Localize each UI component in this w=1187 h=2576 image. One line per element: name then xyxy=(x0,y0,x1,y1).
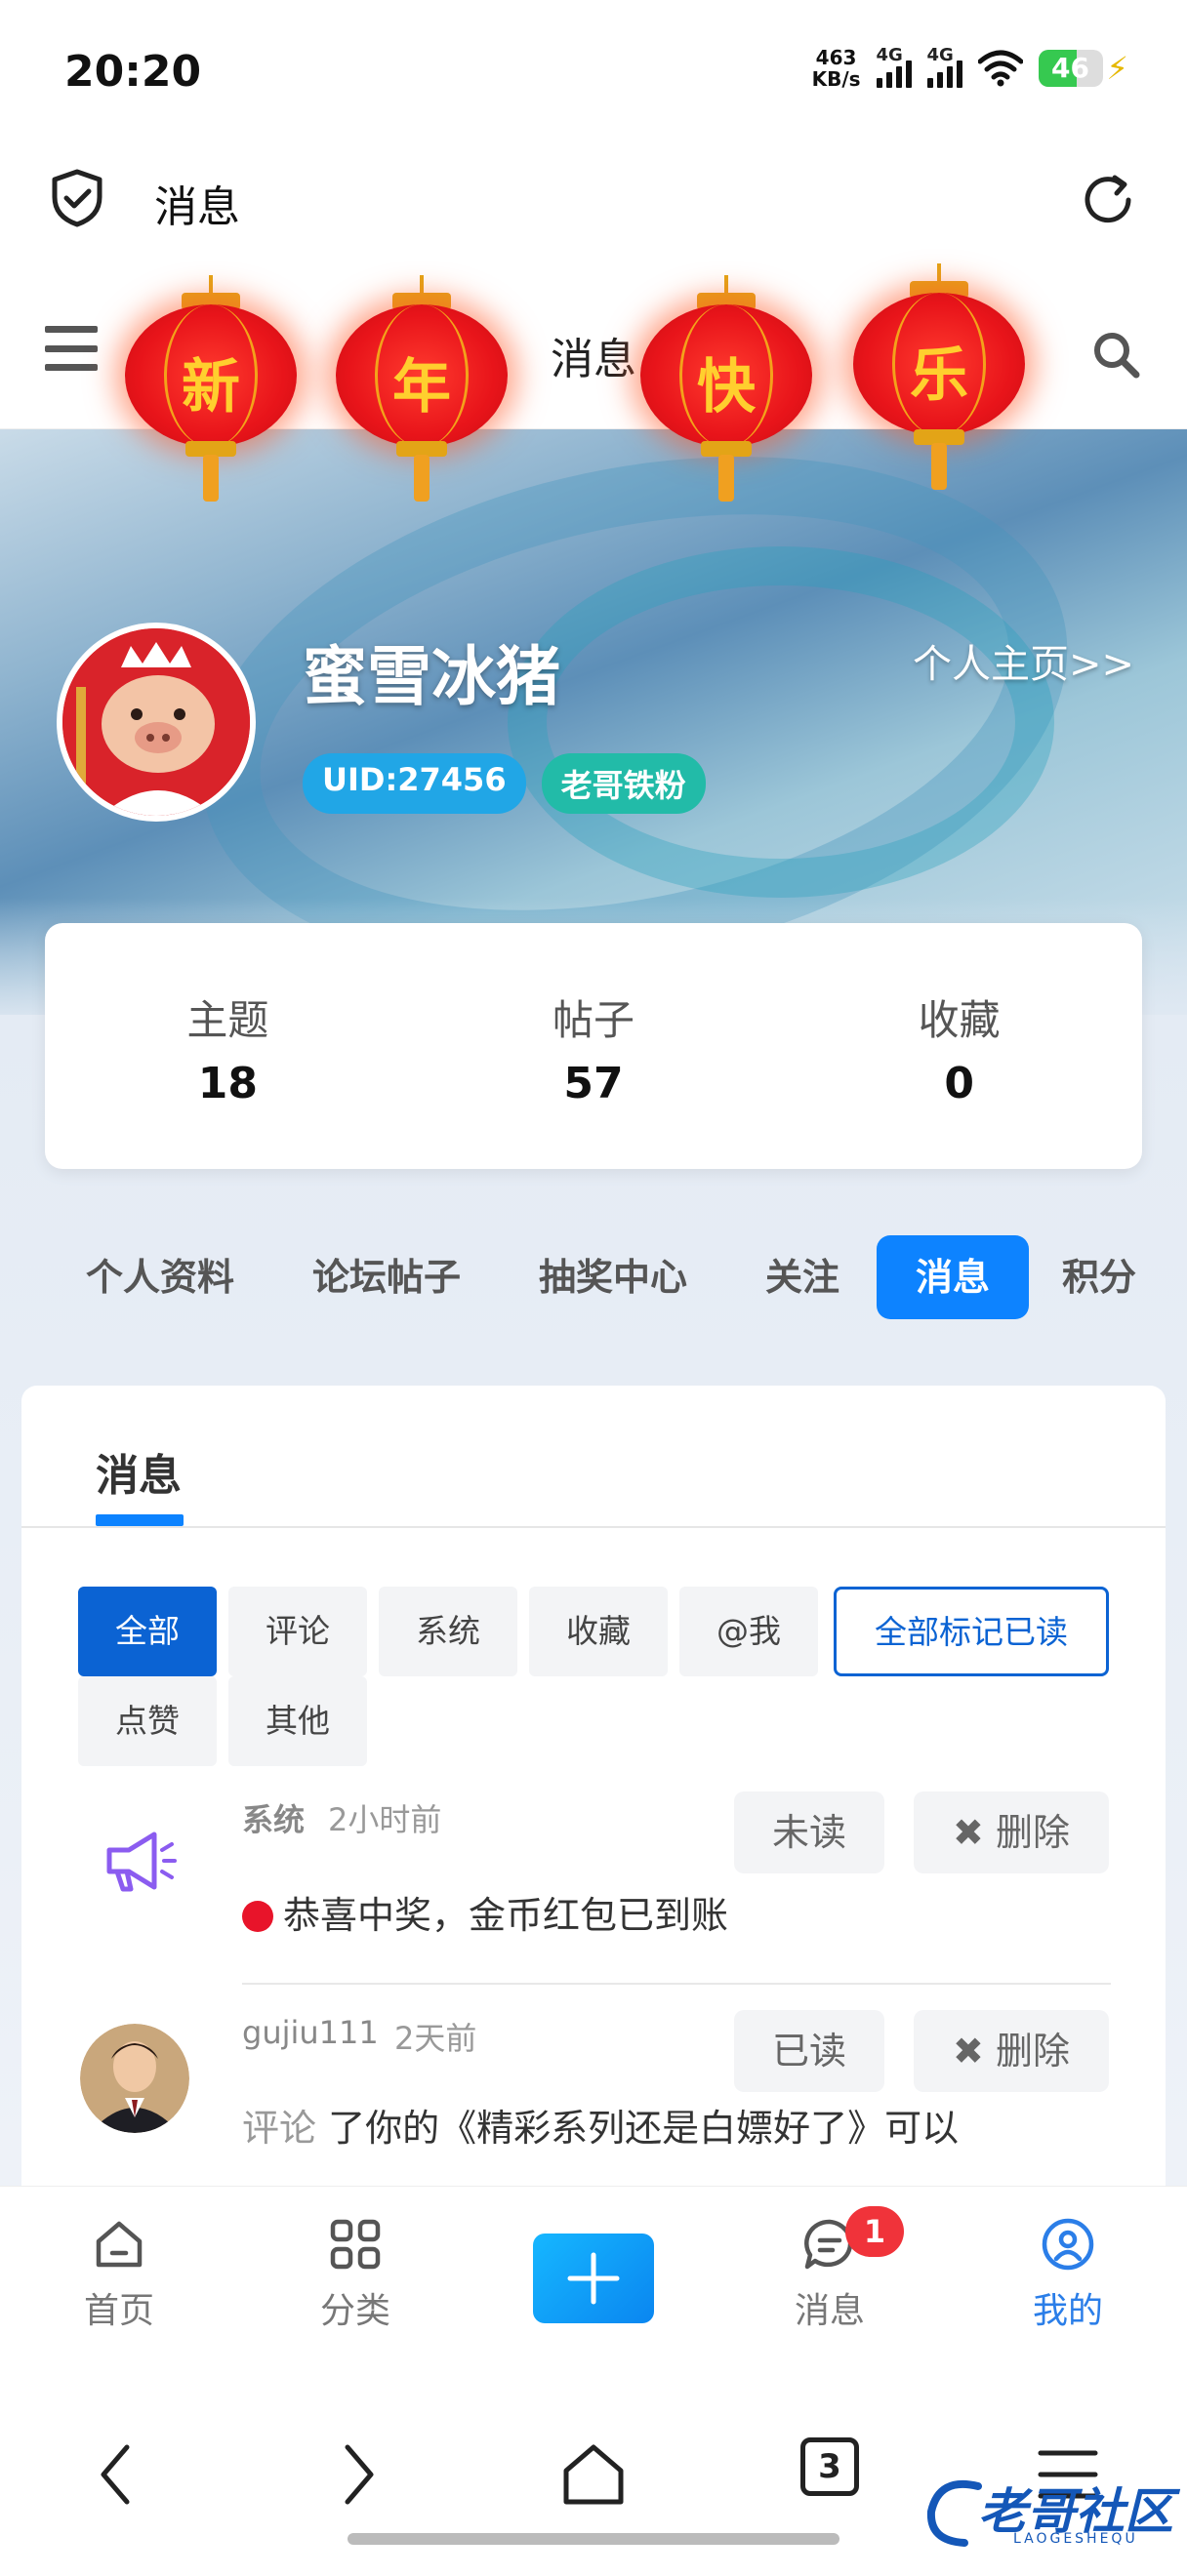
read-button[interactable]: 已读 xyxy=(734,2010,884,2092)
filter-mentions[interactable]: @我 xyxy=(679,1587,818,1676)
red-dot-icon xyxy=(242,1901,273,1932)
home-page-icon[interactable] xyxy=(554,2435,633,2514)
lantern-decoration: 新 xyxy=(125,275,297,505)
network-speed: 463 KB/s xyxy=(811,46,861,91)
nav-me[interactable]: 我的 xyxy=(990,2214,1146,2333)
wifi-icon xyxy=(977,50,1023,87)
message-time: 2小时前 xyxy=(328,1801,442,1838)
message-text: 评论 了你的《精彩系列还是白嫖好了》可以 xyxy=(242,2107,960,2150)
filter-other[interactable]: 其他 xyxy=(228,1676,367,1766)
menu-icon[interactable] xyxy=(45,326,98,371)
battery-icon: 46 ⚡ xyxy=(1038,50,1128,87)
user-avatar xyxy=(80,2024,189,2133)
messages-panel-title: 消息 xyxy=(96,1451,182,1501)
username: 蜜雪冰猪 xyxy=(303,639,560,714)
home-icon xyxy=(96,2221,143,2268)
filter-favorites[interactable]: 收藏 xyxy=(529,1587,668,1676)
back-icon[interactable] xyxy=(78,2435,156,2514)
filter-comments[interactable]: 评论 xyxy=(228,1587,367,1676)
tab-messages[interactable]: 消息 xyxy=(877,1235,1029,1319)
lantern-decoration: 年 xyxy=(336,275,508,505)
forward-icon[interactable] xyxy=(318,2435,396,2514)
unread-button[interactable]: 未读 xyxy=(734,1791,884,1873)
filter-system[interactable]: 系统 xyxy=(379,1587,517,1676)
search-icon[interactable] xyxy=(1089,328,1144,382)
tabs-count-button[interactable]: 3 xyxy=(800,2437,859,2496)
active-tab-indicator xyxy=(96,1514,184,1526)
fan-badge: 老哥铁粉 xyxy=(541,753,706,814)
profile-badges: UID:27456 老哥铁粉 xyxy=(303,753,706,814)
bottom-nav: 首页 分类 消息 1 我的 xyxy=(0,2186,1187,2348)
status-bar: 20:20 463 KB/s 4G 4G 46 ⚡ xyxy=(0,0,1187,146)
add-post-button[interactable] xyxy=(533,2234,654,2323)
signal-icon-2: 4G xyxy=(926,45,962,88)
watermark-logo: 老哥社区 LAOGESHEQU xyxy=(920,2467,1173,2556)
delete-button[interactable]: ✖ 删除 xyxy=(914,2010,1109,2092)
mark-all-read-button[interactable]: 全部标记已读 xyxy=(834,1587,1109,1676)
status-time: 20:20 xyxy=(64,47,202,97)
uid-badge: UID:27456 xyxy=(303,753,526,814)
page-title: 消息 xyxy=(154,182,240,232)
nav-categories[interactable]: 分类 xyxy=(277,2214,433,2333)
stats-card: 主题 18 帖子 57 收藏 0 xyxy=(45,923,1142,1169)
stat-favorites[interactable]: 收藏 0 xyxy=(776,923,1142,1169)
homepage-link[interactable]: 个人主页>> xyxy=(913,632,1134,689)
tab-profile[interactable]: 个人资料 xyxy=(61,1235,260,1319)
stat-topics[interactable]: 主题 18 xyxy=(45,923,411,1169)
signal-icon: 4G xyxy=(876,45,912,88)
avatar[interactable] xyxy=(57,623,256,822)
tab-forum-posts[interactable]: 论坛帖子 xyxy=(287,1235,486,1319)
refresh-icon[interactable] xyxy=(1078,170,1138,230)
user-icon xyxy=(1042,2218,1094,2271)
message-time: 2天前 xyxy=(394,2020,477,2057)
grid-icon xyxy=(330,2219,381,2270)
plus-icon xyxy=(567,2252,620,2305)
tab-lottery-center[interactable]: 抽奖中心 xyxy=(513,1235,713,1319)
pig-mascot-icon xyxy=(62,628,250,816)
stat-posts[interactable]: 帖子 57 xyxy=(411,923,777,1169)
message-text: 恭喜中奖，金币红包已到账 xyxy=(242,1885,728,1939)
shield-icon[interactable] xyxy=(47,168,107,228)
charging-icon: ⚡ xyxy=(1106,50,1128,87)
messages-panel: 消息 全部 评论 系统 收藏 @我 全部标记已读 点赞 其他 系统 2小时前 未… xyxy=(21,1386,1166,2195)
filter-all[interactable]: 全部 xyxy=(78,1587,217,1676)
tab-following[interactable]: 关注 xyxy=(740,1235,865,1319)
message-sender: 系统 xyxy=(242,1801,306,1838)
site-header-title: 消息 xyxy=(551,335,636,384)
message-count-badge: 1 xyxy=(845,2206,904,2257)
home-indicator xyxy=(348,2533,839,2545)
status-icons: 463 KB/s 4G 4G 46 ⚡ xyxy=(811,45,1128,91)
app-title-bar: 消息 xyxy=(0,146,1187,263)
lantern-decoration: 快 xyxy=(640,275,812,505)
megaphone-icon xyxy=(106,1831,177,1892)
nav-home[interactable]: 首页 xyxy=(41,2214,197,2333)
site-header: 消息 新 年 快 乐 xyxy=(0,263,1187,502)
message-sender[interactable]: gujiu111 xyxy=(242,2014,379,2051)
lantern-decoration: 乐 xyxy=(853,263,1025,494)
filter-likes[interactable]: 点赞 xyxy=(78,1676,217,1766)
tab-points[interactable]: 积分 xyxy=(1037,1235,1162,1319)
delete-button[interactable]: ✖ 删除 xyxy=(914,1791,1109,1873)
profile-tabs: 个人资料 论坛帖子 抽奖中心 关注 消息 积分 xyxy=(0,1235,1187,1319)
nav-messages[interactable]: 消息 1 xyxy=(752,2206,908,2333)
